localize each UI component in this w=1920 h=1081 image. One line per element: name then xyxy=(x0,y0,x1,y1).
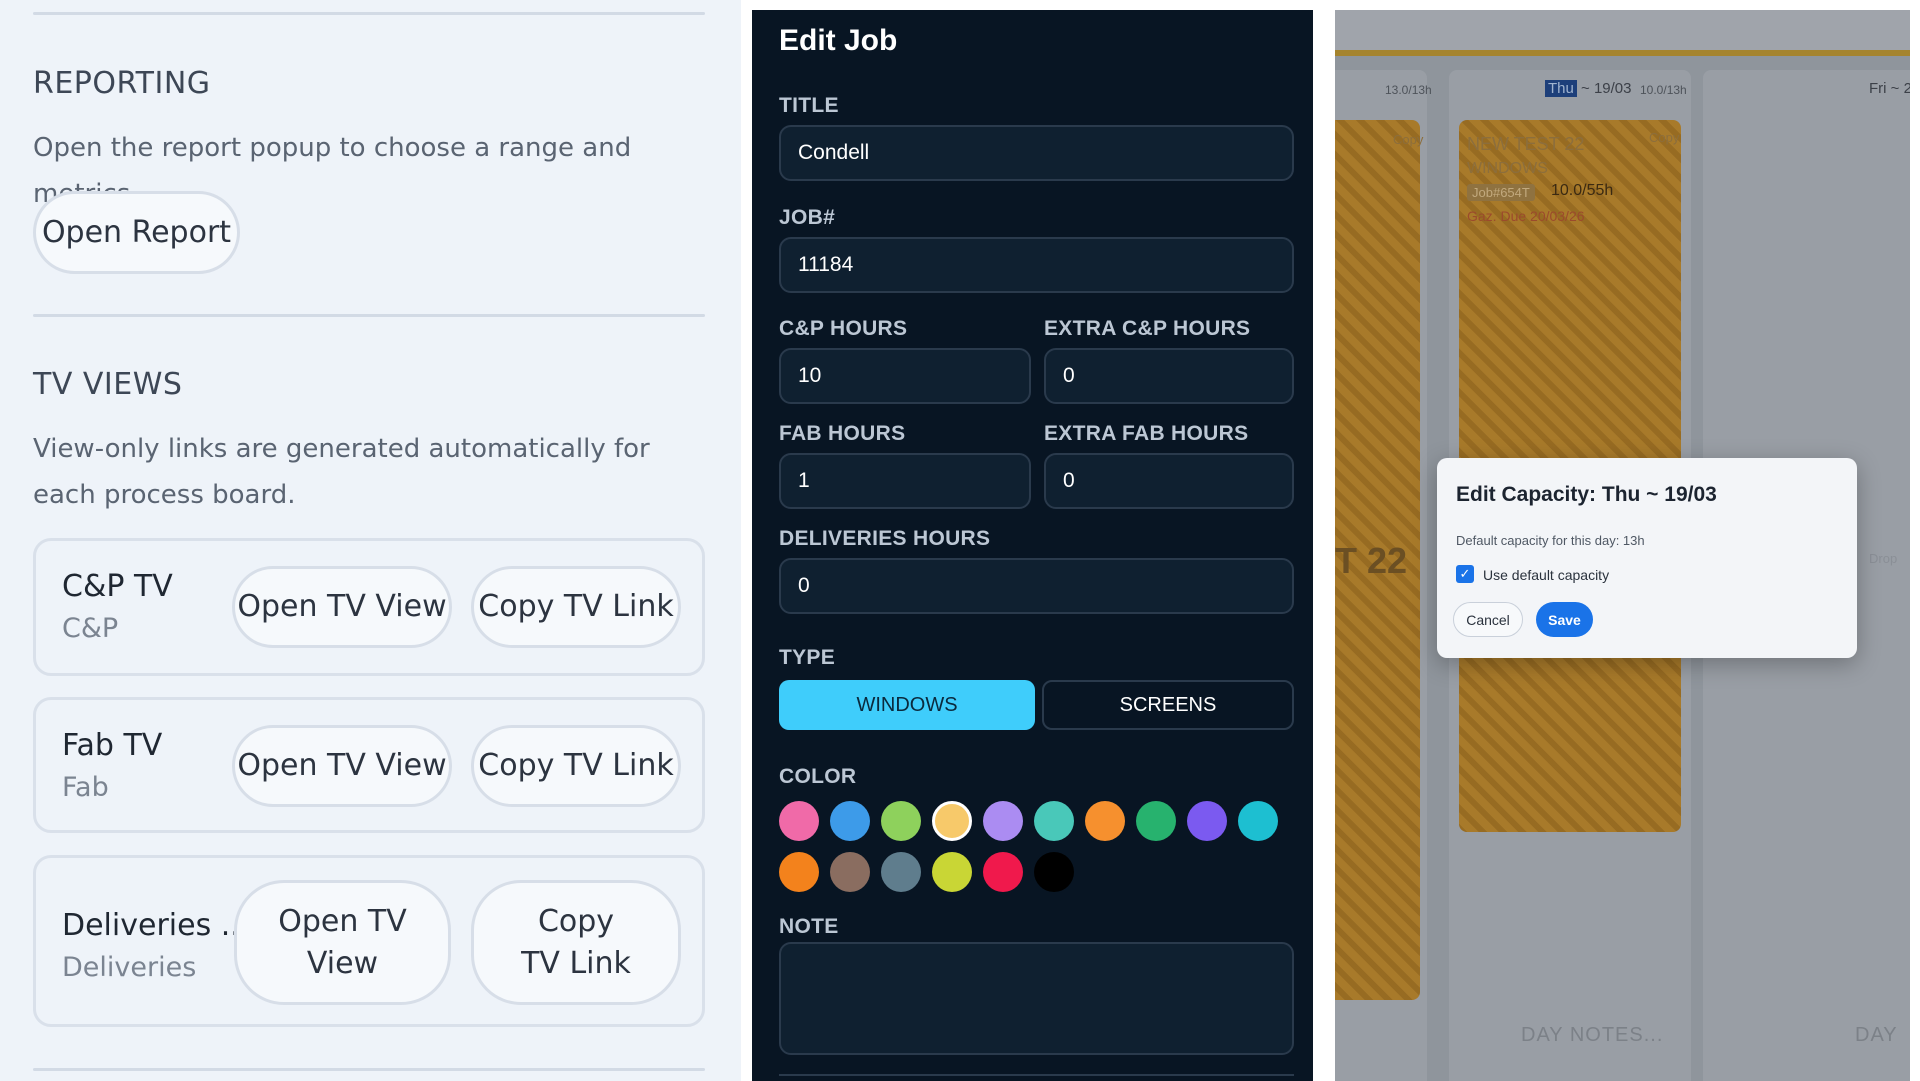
extra-fab-hours-input[interactable]: 0 xyxy=(1044,453,1294,509)
open-tv-view-button[interactable]: Open TV View xyxy=(232,566,452,648)
color-swatch[interactable] xyxy=(1034,801,1074,841)
board-accent-line xyxy=(1335,50,1910,56)
tv-card-subtitle: Deliveries xyxy=(62,952,197,983)
color-swatch[interactable] xyxy=(1136,801,1176,841)
type-label: TYPE xyxy=(779,646,836,669)
color-swatch[interactable] xyxy=(932,801,972,841)
note-label: NOTE xyxy=(779,915,839,938)
color-swatch[interactable] xyxy=(983,801,1023,841)
copy-tv-link-button[interactable]: Copy TV Link xyxy=(471,880,681,1005)
divider xyxy=(33,314,705,317)
tv-views-description: View-only links are generated automatica… xyxy=(33,434,650,510)
tv-card-title: Deliveries ... xyxy=(62,908,250,943)
color-swatch[interactable] xyxy=(881,801,921,841)
check-icon: ✓ xyxy=(1459,566,1471,581)
tv-card-fab: Fab TV Fab Open TV View Copy TV Link xyxy=(33,697,705,833)
note-textarea[interactable] xyxy=(779,942,1294,1055)
copy-tv-link-button[interactable]: Copy TV Link xyxy=(471,566,681,648)
fab-hours-label: FAB HOURS xyxy=(779,422,906,445)
title-input[interactable]: Condell xyxy=(779,125,1294,181)
job-card[interactable]: Copy T 22 xyxy=(1335,120,1423,1000)
day-capacity: 10.0/13h xyxy=(1640,83,1687,97)
edit-job-heading: Edit Job xyxy=(779,24,898,57)
job-due-date: Gaz. Due 20/03/26 xyxy=(1467,208,1585,224)
open-report-button[interactable]: Open Report xyxy=(33,191,240,274)
color-swatch[interactable] xyxy=(779,801,819,841)
tv-card-title: Fab TV xyxy=(62,728,163,763)
open-tv-view-button[interactable]: Open TV View xyxy=(232,725,452,807)
tv-card-title: C&P TV xyxy=(62,569,173,604)
job-number-input[interactable]: 11184 xyxy=(779,237,1294,293)
reporting-section-title: REPORTING xyxy=(33,66,211,101)
job-number-tag: Job#654T xyxy=(1467,184,1535,201)
color-swatch[interactable] xyxy=(830,801,870,841)
job-hours: 10.0/55h xyxy=(1551,182,1614,199)
extra-cp-hours-input[interactable]: 0 xyxy=(1044,348,1294,404)
day-header: Thu ~ 19/03 xyxy=(1545,80,1632,97)
board-topbar xyxy=(1335,10,1910,50)
deliveries-hours-label: DELIVERIES HOURS xyxy=(779,527,991,550)
copy-job-link[interactable]: Copy xyxy=(1649,130,1679,145)
extra-fab-hours-label: EXTRA FAB HOURS xyxy=(1044,422,1249,445)
job-card-title: NEW TEST 22 xyxy=(1467,134,1585,154)
day-header: Fri ~ 20 xyxy=(1869,80,1910,97)
tv-card-deliveries: Deliveries ... Deliveries Open TV View C… xyxy=(33,855,705,1027)
job-card-type: WINDOWS xyxy=(1467,160,1548,177)
tv-views-section-title: TV VIEWS xyxy=(33,367,183,402)
job-card-title: T 22 xyxy=(1335,540,1408,581)
day-highlight: Thu xyxy=(1545,80,1577,97)
dialog-title: Edit Capacity: Thu ~ 19/03 xyxy=(1456,483,1717,506)
extra-cp-hours-label: EXTRA C&P HOURS xyxy=(1044,317,1251,340)
type-windows-button[interactable]: WINDOWS xyxy=(779,680,1035,730)
edit-capacity-dialog: Edit Capacity: Thu ~ 19/03 Default capac… xyxy=(1437,458,1857,658)
color-swatch[interactable] xyxy=(983,852,1023,892)
color-swatch[interactable] xyxy=(779,852,819,892)
color-swatch[interactable] xyxy=(1238,801,1278,841)
cancel-button[interactable]: Cancel xyxy=(1453,602,1523,637)
dialog-description: Default capacity for this day: 13h xyxy=(1456,533,1645,548)
color-swatch[interactable] xyxy=(830,852,870,892)
use-default-capacity-checkbox[interactable]: ✓ xyxy=(1456,565,1474,583)
tv-card-cp: C&P TV C&P Open TV View Copy TV Link xyxy=(33,538,705,676)
color-swatch[interactable] xyxy=(932,852,972,892)
day-capacity: 13.0/13h xyxy=(1385,83,1432,97)
color-swatch[interactable] xyxy=(1187,801,1227,841)
cp-hours-label: C&P HOURS xyxy=(779,317,908,340)
deliveries-hours-input[interactable]: 0 xyxy=(779,558,1294,614)
cp-hours-input[interactable]: 10 xyxy=(779,348,1031,404)
divider xyxy=(33,1068,705,1071)
open-tv-view-button[interactable]: Open TV View xyxy=(234,880,451,1005)
color-swatch[interactable] xyxy=(1085,801,1125,841)
divider xyxy=(33,12,705,15)
settings-panel: REPORTING Open the report popup to choos… xyxy=(0,0,741,1081)
copy-job-link[interactable]: Copy xyxy=(1393,132,1423,147)
day-notes-input[interactable]: DAY xyxy=(1855,1024,1898,1047)
drop-hint: Drop xyxy=(1869,551,1898,566)
day-date: ~ 19/03 xyxy=(1581,80,1632,97)
copy-tv-link-button[interactable]: Copy TV Link xyxy=(471,725,681,807)
job-number-label: JOB# xyxy=(779,206,836,229)
color-label: COLOR xyxy=(779,765,857,788)
checkbox-label: Use default capacity xyxy=(1483,567,1610,583)
type-screens-button[interactable]: SCREENS xyxy=(1042,680,1294,730)
divider xyxy=(779,1074,1294,1076)
day-notes-input[interactable]: DAY NOTES... xyxy=(1521,1024,1663,1047)
edit-job-panel: Edit Job TITLE Condell JOB# 11184 C&P HO… xyxy=(752,10,1313,1081)
color-swatch[interactable] xyxy=(1034,852,1074,892)
fab-hours-input[interactable]: 1 xyxy=(779,453,1031,509)
tv-card-subtitle: Fab xyxy=(62,772,109,803)
title-label: TITLE xyxy=(779,94,839,117)
tv-card-subtitle: C&P xyxy=(62,613,119,644)
save-button[interactable]: Save xyxy=(1536,602,1593,637)
color-swatch[interactable] xyxy=(881,852,921,892)
